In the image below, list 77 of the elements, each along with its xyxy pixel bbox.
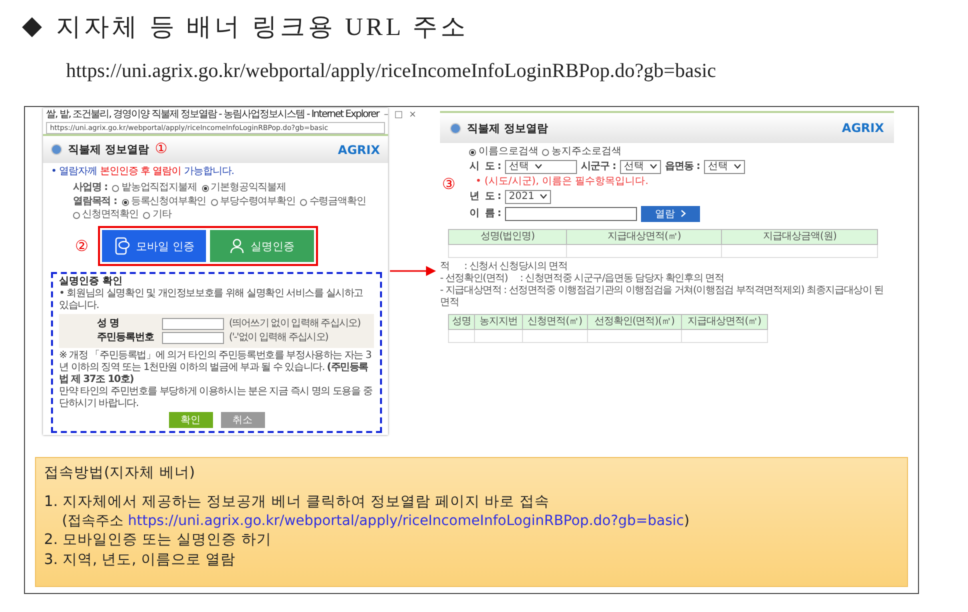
column-header: 지급대상면적(㎡) [566, 230, 722, 245]
select-field[interactable]: 선택 [704, 160, 745, 174]
field-label: 성 명 [97, 318, 120, 330]
window-control[interactable]: □ [393, 110, 404, 120]
address-label: (접속주소 [62, 513, 124, 530]
play-icon [450, 122, 461, 134]
warning-text: ※ 개정 「주민등록법」에 의거 타인의 주민등록번호를 부정사용하는 자는 3년 이하의 징역 또는 1천만원 이하의 벌금에 부과 될 수 있습니다. (주민등록법 제 37조 10호) [59, 350, 372, 386]
chevron-down-icon [540, 194, 548, 200]
logo: AGRIX [842, 121, 884, 136]
notice-text: • 열람자께 본인인증 후 열람이 가능합니다. [50, 165, 235, 180]
field-label: 읍면동 : [664, 161, 700, 174]
radio-option[interactable]: 부당수령여부확인 [211, 196, 296, 208]
radio-option[interactable]: 농지주소로검색 [542, 146, 622, 158]
column-header: 지급대상면적(㎡) [681, 314, 768, 330]
view-button[interactable]: 열람 [640, 206, 700, 222]
radio-option[interactable]: 기본형공익직불제 [202, 182, 286, 194]
window-control[interactable]: × [408, 110, 418, 120]
input-field[interactable] [162, 332, 224, 344]
step-number: ③ [442, 175, 456, 194]
field-label: 년 도 : [469, 191, 501, 204]
input-field[interactable] [162, 318, 224, 330]
play-icon [51, 144, 62, 156]
option-label: 사업명 : [73, 182, 108, 194]
url-link[interactable]: https://uni.agrix.go.kr/webportal/apply/riceIncomeInfoLoginRBPop.do?gb=basic [128, 513, 684, 530]
select-field[interactable]: 선택 [504, 160, 577, 174]
person-icon [230, 238, 244, 254]
intro-text: • 회원님의 실명확인 및 개인정보보호를 위해 실명확인 서비스를 실시하고 있습니다. [59, 288, 364, 312]
radio-option[interactable]: 신청면적확인 [73, 209, 138, 222]
slide-title: 지자체 등 배너 링크용 URL 주소 [56, 12, 468, 42]
chevron-down-icon [534, 164, 542, 170]
column-header: 신청면적(㎡) [522, 314, 588, 330]
note-text: - 선정확인(면적) : 신청면적중 시군구/읍면동 담당자 확인후의 면적 [440, 273, 725, 285]
required-note: • (시도/시군), 이름은 필수항목입니다. [474, 176, 650, 188]
page-header: 직불제 정보열람 [467, 122, 548, 135]
logo: AGRIX [338, 142, 380, 157]
option-label: 열람목적 : [73, 196, 117, 208]
page-header: 직불제 정보열람 [68, 143, 149, 156]
field-label: 이 름 : [469, 208, 501, 220]
field-hint: ('-'없이 입력해 주십시오) [229, 332, 328, 344]
radio-option[interactable]: 밭농업직접지불제 [112, 182, 197, 194]
chevron-down-icon [650, 164, 657, 170]
field-hint: (띄어쓰기 없이 입력해 주십시오) [229, 318, 360, 330]
step-number: ② [75, 237, 88, 256]
chevron-down-icon [734, 164, 741, 170]
warning-note: 만약 타인의 주민번호를 부당하게 이용하시는 분은 지금 즉시 명의 도용을 중단하시기 바랍니다. [59, 386, 374, 410]
radio-option[interactable]: 이름으로검색 [469, 146, 538, 158]
url-text: https://uni.agrix.go.kr/webportal/apply/riceIncomeInfoLoginRBPop.do?gb=basic [65, 59, 718, 84]
step-text: 3. 지역, 년도, 이름으로 열람 [44, 550, 236, 570]
radio-option[interactable]: 수령금액확인 [300, 196, 366, 208]
field-label: 시군구 : [580, 161, 616, 174]
radio-option[interactable]: 등록신청여부확인 [122, 196, 206, 208]
bullet-icon: ◆ [22, 13, 42, 39]
step-text: 1. 지자체에서 제공하는 정보공개 베너 클릭하여 정보열람 페이지 바로 접속 [44, 492, 550, 512]
dialog-title: 실명인증 확인 [59, 276, 124, 288]
info-heading: 접속방법(지자체 베너) [44, 464, 196, 483]
input-field[interactable] [504, 207, 637, 222]
auth-button[interactable]: 모바일 인증 [102, 230, 206, 262]
column-header: 성명 [448, 314, 475, 330]
select-field[interactable]: 2021 [504, 190, 552, 204]
window-control[interactable]: – [382, 110, 390, 120]
radio-option[interactable]: 기타 [143, 209, 172, 222]
window-title: 쌀, 밭, 조건불리, 경영이양 직불제 정보열람 - 농림사업정보시스템 - Internet Explorer [46, 109, 379, 121]
note-text: 적 : 신청서 신청당시의 면적 [440, 261, 568, 273]
field-label: 주민등록번호 [97, 332, 155, 344]
note-text: - 지급대상면적 : 선정면적중 이행점검기관의 이행점검을 거쳐(이행점검 부적격면적제외) 최종지급대상이 된 면적 [440, 285, 884, 310]
arrow-icon [390, 265, 436, 277]
phone-chat-icon [114, 237, 130, 256]
column-header: 성명(법인명) [448, 230, 566, 245]
select-field[interactable]: 선택 [620, 160, 661, 174]
column-header: 지급대상금액(원) [722, 230, 878, 245]
step-text: 2. 모바일인증 또는 실명인증 하기 [44, 531, 272, 550]
chevron-right-icon [680, 210, 686, 218]
column-header: 선정확인(면적)(㎡) [588, 314, 682, 330]
field-label: 시 도 : [469, 161, 501, 174]
step-number: ① [154, 141, 168, 158]
column-header: 농지지번 [474, 314, 522, 330]
closing-paren: ) [684, 513, 690, 530]
